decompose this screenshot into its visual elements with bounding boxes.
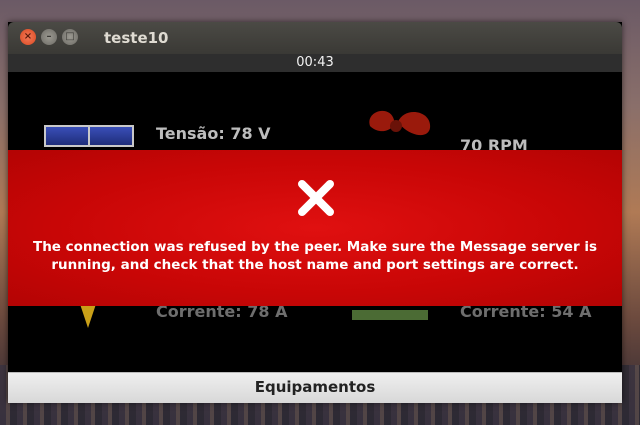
voltage-readout: Tensão: 78 V: [156, 124, 271, 143]
dashboard-content: Tensão: 78 V 70 RPM Corrente: 78 A Corre…: [8, 72, 622, 372]
window-maximize-button[interactable]: □: [62, 29, 78, 45]
window-close-button[interactable]: ×: [20, 29, 36, 45]
close-icon: [298, 180, 334, 216]
battery-icon: [352, 310, 428, 320]
window-title: teste10: [104, 29, 169, 47]
tab-equipamentos[interactable]: Equipamentos: [8, 372, 622, 403]
lightning-icon: [80, 304, 96, 328]
solar-panel-icon: [44, 125, 134, 147]
title-bar: × – □ teste10: [8, 22, 622, 54]
timer-display: 00:43: [8, 54, 622, 72]
error-message: The connection was refused by the peer. …: [32, 239, 597, 273]
window-minimize-button[interactable]: –: [41, 29, 57, 45]
app-window: × – □ teste10 00:43 Tensão: 78 V 70 RPM …: [8, 22, 622, 403]
error-banner[interactable]: The connection was refused by the peer. …: [8, 150, 622, 306]
fan-icon: [369, 110, 431, 136]
